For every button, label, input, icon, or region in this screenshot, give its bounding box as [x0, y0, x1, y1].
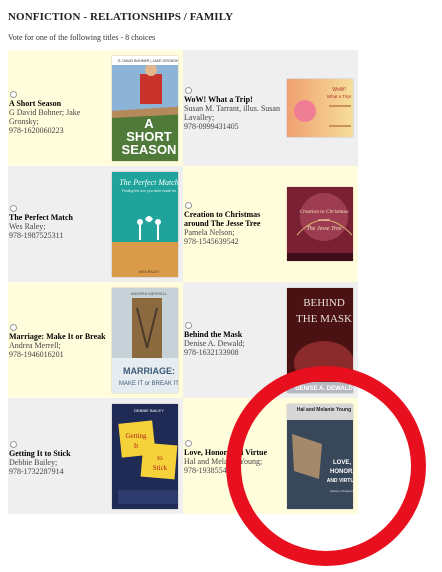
book-authors: Pamela Nelson; [184, 228, 235, 237]
book-info-cell: Behind the Mask Denise A. Dewald; 978-16… [183, 282, 282, 398]
book-isbn: 978-1946016201 [9, 350, 64, 359]
book-isbn: 978-1545639542 [184, 237, 239, 246]
svg-text:Finding the one you were made: Finding the one you were made for [122, 189, 177, 193]
svg-text:BEHIND: BEHIND [303, 297, 345, 309]
book-authors: G David Bohner; Jake Gronsky; [9, 108, 81, 126]
book-title: Creation to Christmas around The Jesse T… [184, 210, 261, 228]
vote-radio-love-honor-and-virtue[interactable] [185, 440, 192, 447]
book-isbn: 978-1620060223 [9, 126, 64, 135]
table-row: The Perfect Match Wes Raley; 978-1987525… [8, 166, 358, 282]
svg-text:It: It [134, 442, 138, 450]
book-cover-image[interactable]: Creation to Christmas around The Jesse T… [287, 187, 353, 261]
book-info-cell: Marriage: Make It or Break It Andrea Mer… [8, 282, 114, 398]
book-cover-cell: DEBBIE BAILEY Getting It to Stick [107, 398, 183, 514]
svg-text:around: around [318, 217, 329, 222]
book-isbn: 978-1987525311 [9, 231, 64, 240]
vote-radio-the-perfect-match[interactable] [10, 205, 17, 212]
vote-radio-wow-what-a-trip[interactable] [185, 87, 192, 94]
svg-text:G. DAVID BOHNER | JAKE GRONSKY: G. DAVID BOHNER | JAKE GRONSKY [118, 59, 178, 63]
book-authors: Andrea Merrell; [9, 341, 61, 350]
page-title: NONFICTION - RELATIONSHIPS / FAMILY [8, 11, 234, 23]
svg-text:Creation to Christmas: Creation to Christmas [300, 209, 349, 215]
book-cover-cell: G. DAVID BOHNER | JAKE GRONSKY A SHORT S… [107, 50, 183, 166]
svg-text:Gaining or Regaining: Gaining or Regaining [330, 489, 353, 493]
table-row: Marriage: Make It or Break It Andrea Mer… [8, 282, 358, 398]
book-isbn: 978-0999431405 [184, 122, 239, 131]
svg-text:MARRIAGE:: MARRIAGE: [123, 366, 175, 376]
table-row: Getting It to Stick Debbie Bailey; 978-1… [8, 398, 358, 514]
book-cover-image[interactable]: ANDREA MERRELL MARRIAGE: MAKE IT or BREA… [112, 287, 178, 393]
book-info-cell: Creation to Christmas around The Jesse T… [183, 166, 282, 282]
svg-text:The Jesse Tree: The Jesse Tree [306, 226, 341, 232]
svg-text:Stick: Stick [153, 464, 168, 472]
book-title: A Short Season [9, 99, 62, 108]
book-title: The Perfect Match [9, 213, 73, 222]
book-cover-cell: Creation to Christmas around The Jesse T… [282, 166, 358, 282]
svg-text:DENISE A. DEWALD: DENISE A. DEWALD [295, 386, 353, 392]
book-authors: Susan M. Tarrant, illus. Susan Lavalley; [184, 104, 280, 122]
book-info-cell: WoW! What a Trip! Susan M. Tarrant, illu… [183, 50, 282, 166]
book-cover-image[interactable]: WoW! What a Trip! [287, 79, 353, 137]
svg-text:Hal and Melanie Young: Hal and Melanie Young [297, 407, 351, 413]
svg-text:SEASON: SEASON [122, 142, 177, 157]
book-authors: Debbie Bailey; [9, 458, 58, 467]
book-cover-image[interactable]: BEHIND THE MASK DENISE A. DEWALD [287, 287, 353, 393]
book-cover-cell: BEHIND THE MASK DENISE A. DEWALD [282, 282, 358, 398]
book-info-cell: The Perfect Match Wes Raley; 978-1987525… [8, 166, 107, 282]
book-authors: Wes Raley; [9, 222, 46, 231]
book-cover-image[interactable]: The Perfect Match Finding the one you we… [112, 171, 178, 277]
svg-text:What a Trip!: What a Trip! [327, 94, 351, 99]
book-isbn: 978-1938554 [184, 466, 227, 475]
book-authors: Hal and Melanie Young; [184, 457, 263, 466]
book-choice-grid: A Short Season G David Bohner; Jake Gron… [8, 50, 358, 514]
book-title: Behind the Mask [184, 330, 243, 339]
svg-text:WoW!: WoW! [332, 87, 346, 93]
book-title: Love, Honor, and Virtue [184, 448, 268, 457]
book-info-cell: A Short Season G David Bohner; Jake Gron… [8, 50, 107, 166]
svg-text:ANDREA MERRELL: ANDREA MERRELL [131, 291, 168, 296]
book-info-cell: Getting It to Stick Debbie Bailey; 978-1… [8, 398, 107, 514]
book-isbn: 978-1732287914 [9, 467, 64, 476]
svg-text:THE MASK: THE MASK [296, 313, 352, 325]
svg-text:DEBBIE BAILEY: DEBBIE BAILEY [134, 408, 164, 413]
book-cover-cell: The Perfect Match Finding the one you we… [107, 166, 183, 282]
book-isbn: 978-1632133908 [184, 348, 239, 357]
table-row: A Short Season G David Bohner; Jake Gron… [8, 50, 358, 166]
vote-instructions: Vote for one of the following titles - 8… [8, 33, 156, 42]
vote-radio-marriage-make-it-or-break-it[interactable] [10, 324, 17, 331]
svg-text:Getting: Getting [126, 432, 147, 440]
svg-text:MAKE IT or BREAK IT: MAKE IT or BREAK IT [119, 381, 178, 387]
book-info-cell: Love, Honor, and Virtue Hal and Melanie … [183, 398, 282, 514]
book-cover-image[interactable]: Hal and Melanie Young LOVE, HONOR, AND V… [287, 403, 353, 509]
svg-text:AND VIRTUE: AND VIRTUE [327, 478, 353, 484]
svg-text:LOVE,: LOVE, [333, 460, 351, 466]
book-cover-cell: WoW! What a Trip! [282, 50, 358, 166]
book-title: Marriage: Make It or Break It [9, 332, 114, 341]
svg-text:WES RALEY: WES RALEY [139, 270, 160, 274]
book-cover-image[interactable]: G. DAVID BOHNER | JAKE GRONSKY A SHORT S… [112, 55, 178, 161]
vote-radio-creation-to-christmas[interactable] [185, 202, 192, 209]
svg-text:to: to [157, 454, 163, 462]
book-authors: Denise A. Dewald; [184, 339, 245, 348]
book-cover-image[interactable]: DEBBIE BAILEY Getting It to Stick [112, 403, 178, 509]
book-cover-cell: ANDREA MERRELL MARRIAGE: MAKE IT or BREA… [107, 282, 183, 398]
book-title: Getting It to Stick [9, 449, 71, 458]
book-cover-cell: Hal and Melanie Young LOVE, HONOR, AND V… [282, 398, 358, 514]
vote-radio-a-short-season[interactable] [10, 91, 17, 98]
vote-radio-behind-the-mask[interactable] [185, 322, 192, 329]
svg-text:HONOR,: HONOR, [330, 469, 353, 475]
vote-radio-getting-it-to-stick[interactable] [10, 441, 17, 448]
svg-text:The Perfect Match: The Perfect Match [119, 178, 178, 187]
book-title: WoW! What a Trip! [184, 95, 253, 104]
